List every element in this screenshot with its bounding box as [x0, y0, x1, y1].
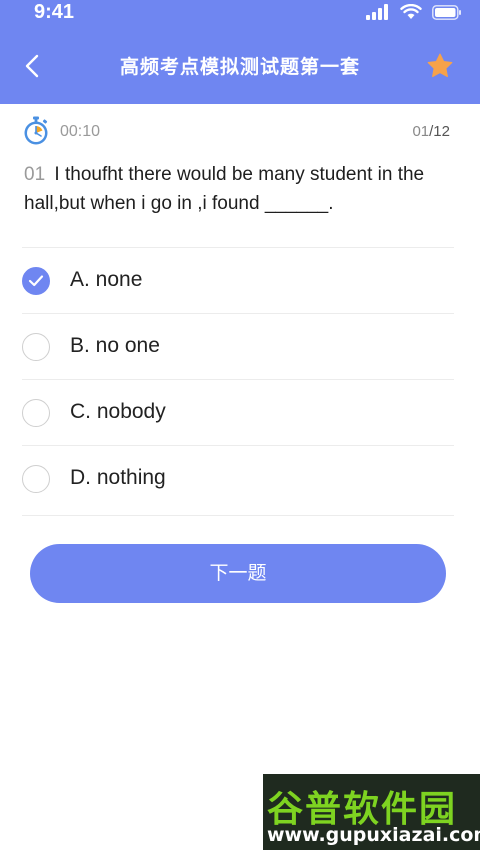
- elapsed-time: 00:10: [60, 123, 101, 140]
- back-chevron-icon: [25, 54, 39, 78]
- option-c-radio[interactable]: [22, 399, 50, 427]
- option-c[interactable]: C. nobody: [0, 380, 480, 446]
- stopwatch-icon: [24, 116, 48, 145]
- wifi-icon: [400, 4, 422, 19]
- option-a-radio[interactable]: [22, 267, 50, 295]
- question-progress: 01/12: [412, 123, 450, 140]
- option-b-label: B. no one: [70, 334, 160, 357]
- option-d[interactable]: D. nothing: [0, 446, 480, 512]
- nav-bar: 高频考点模拟测试题第一套: [0, 40, 480, 92]
- watermark-url: www.gupuxiazai.com: [267, 824, 480, 846]
- status-bar: 9:41: [0, 0, 480, 26]
- question-text: I thoufht there would be many student in…: [24, 164, 425, 214]
- option-c-label: C. nobody: [70, 400, 166, 423]
- header-bar: 9:41 高频考点模拟测试题第一套: [0, 0, 480, 104]
- status-time: 9:41: [34, 1, 75, 23]
- option-b[interactable]: B. no one: [0, 314, 480, 380]
- battery-icon: [432, 4, 461, 20]
- next-question-button[interactable]: 下一题: [30, 544, 446, 603]
- option-d-label: D. nothing: [70, 466, 166, 489]
- watermark: 谷普软件园 www.gupuxiazai.com: [263, 774, 480, 850]
- star-icon: [427, 53, 453, 78]
- divider: [22, 515, 454, 516]
- question-number: 01: [24, 164, 46, 185]
- option-a[interactable]: A. none: [0, 248, 480, 314]
- signal-icon: [366, 4, 388, 20]
- question-text-block: 01 I thoufht there would be many student…: [24, 160, 452, 218]
- page-title: 高频考点模拟测试题第一套: [119, 56, 360, 78]
- option-d-radio[interactable]: [22, 465, 50, 493]
- option-a-label: A. none: [70, 268, 143, 291]
- status-icons: [366, 4, 462, 20]
- progress-current: 01: [412, 123, 430, 140]
- check-icon: [28, 275, 44, 287]
- back-button[interactable]: [14, 46, 50, 86]
- progress-total: /12: [429, 123, 450, 140]
- timer-row: 00:10 01/12: [22, 116, 458, 146]
- option-b-radio[interactable]: [22, 333, 50, 361]
- favorite-button[interactable]: [426, 52, 456, 82]
